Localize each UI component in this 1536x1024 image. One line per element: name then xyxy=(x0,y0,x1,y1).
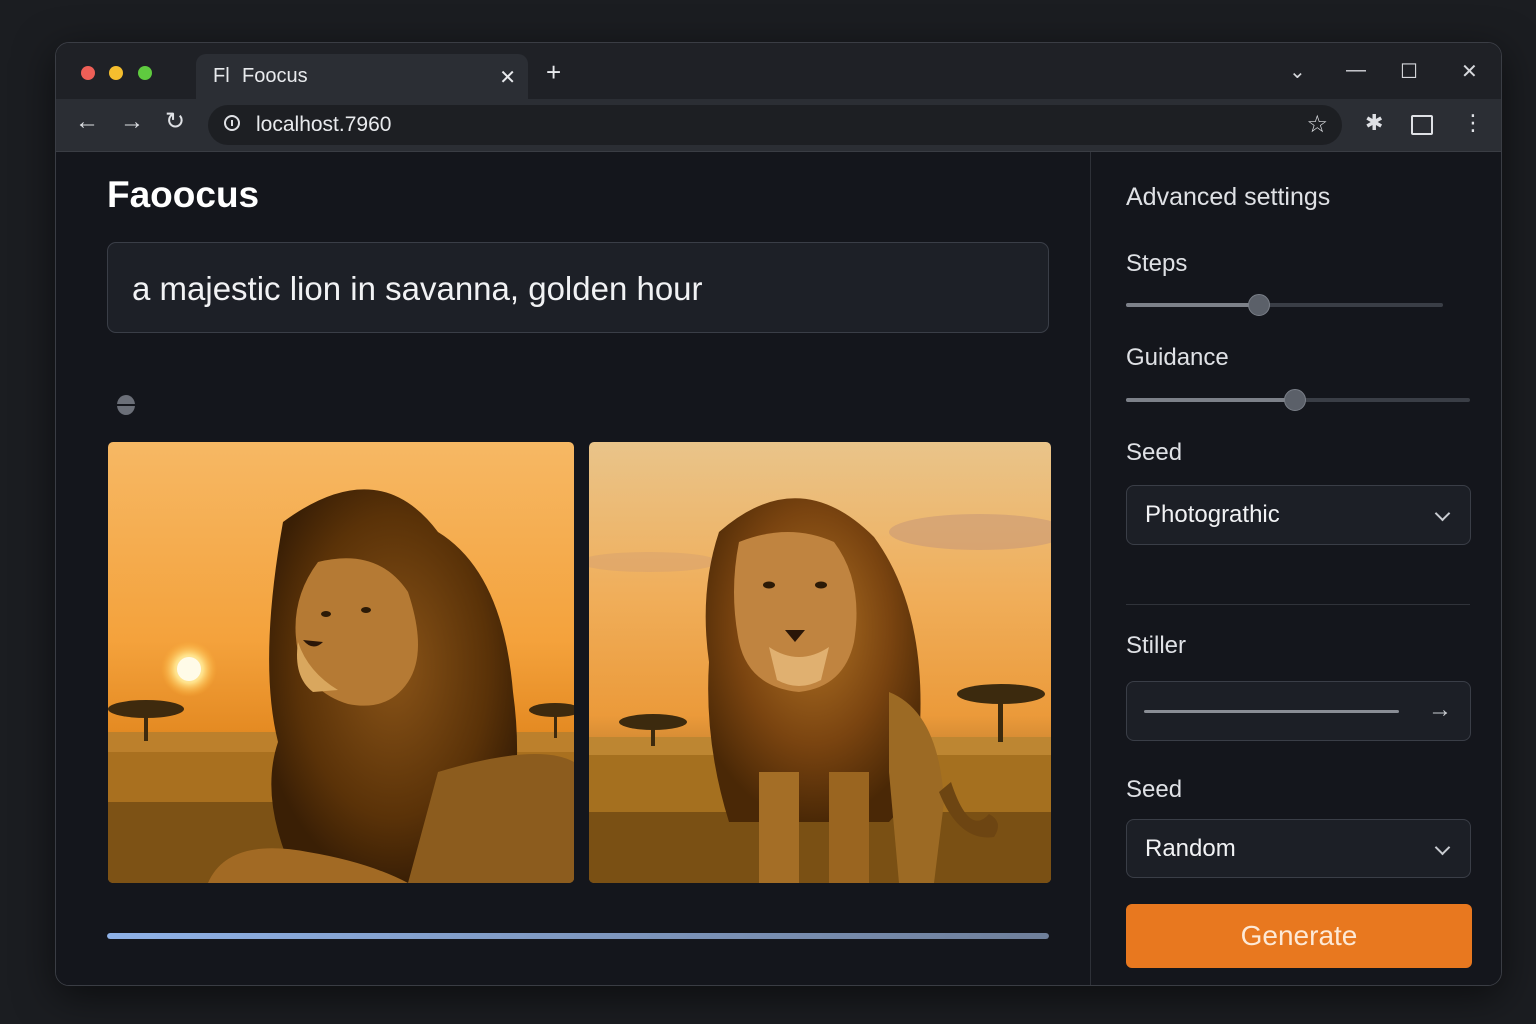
progress-bar xyxy=(107,933,1049,939)
style-select[interactable]: Photograthic xyxy=(1126,485,1471,545)
tab-close-icon[interactable]: ✕ xyxy=(499,65,516,90)
tab-search-icon[interactable]: ⌄ xyxy=(1289,59,1306,84)
zoom-window-button[interactable] xyxy=(138,66,152,80)
forward-button[interactable]: → xyxy=(120,110,144,134)
prompt-input[interactable]: a majestic lion in savanna, golden hour xyxy=(107,242,1049,333)
main-panel: Faoocus a majestic lion in savanna, gold… xyxy=(56,152,1090,985)
guidance-slider-thumb[interactable] xyxy=(1283,389,1306,411)
arrow-right-icon[interactable]: → xyxy=(1428,696,1452,724)
tab-strip: Fl Foocus ✕ + ⌄ — ☐ ✕ xyxy=(56,43,1501,99)
minimize-icon[interactable]: — xyxy=(1346,59,1366,82)
browser-toolbar: ← → ↻ localhost.7960 ☆ ✱ ⋮ xyxy=(56,99,1501,152)
seed-select[interactable]: Random xyxy=(1126,819,1471,878)
seed-label: Seed xyxy=(1126,776,1183,803)
generated-image-2[interactable] xyxy=(589,442,1051,883)
lion-standing-image xyxy=(589,442,1051,883)
side-panel-icon[interactable] xyxy=(1411,115,1433,135)
browser-tab[interactable]: Fl Foocus ✕ xyxy=(196,54,528,99)
info-icon[interactable] xyxy=(224,115,240,131)
lion-lying-image xyxy=(108,442,574,883)
browser-window: Fl Foocus ✕ + ⌄ — ☐ ✕ ← → ↻ localhost.79… xyxy=(55,42,1502,986)
page-content: Faoocus a majestic lion in savanna, gold… xyxy=(56,152,1501,985)
guidance-slider[interactable] xyxy=(1126,389,1470,411)
divider xyxy=(1126,604,1470,605)
spinner-icon xyxy=(117,395,135,415)
style-select-value: Photograthic xyxy=(1145,501,1280,528)
steps-slider-fill xyxy=(1126,303,1260,307)
address-bar[interactable]: localhost.7960 ☆ xyxy=(208,105,1342,145)
maximize-icon[interactable]: ☐ xyxy=(1400,59,1418,84)
steps-slider[interactable] xyxy=(1126,294,1443,316)
steps-slider-thumb[interactable] xyxy=(1248,294,1271,316)
stiller-label: Stiller xyxy=(1126,632,1187,659)
advanced-settings-title: Advanced settings xyxy=(1126,183,1331,211)
steps-label: Steps xyxy=(1126,250,1188,277)
advanced-settings-panel: Advanced settings Steps Guidance Seed Ph… xyxy=(1090,152,1501,985)
close-window-button[interactable] xyxy=(81,66,95,80)
generate-button[interactable]: Generate xyxy=(1126,904,1472,968)
minimize-window-button[interactable] xyxy=(109,66,123,80)
chevron-down-icon xyxy=(1434,505,1451,522)
stiller-field[interactable]: → xyxy=(1126,681,1471,741)
reload-button[interactable]: ↻ xyxy=(165,110,185,134)
close-icon[interactable]: ✕ xyxy=(1461,59,1478,84)
new-tab-button[interactable]: + xyxy=(546,59,561,85)
generated-image-1[interactable] xyxy=(108,442,574,883)
back-button[interactable]: ← xyxy=(75,110,99,134)
star-icon[interactable]: ☆ xyxy=(1306,110,1328,139)
tab-title: Foocus xyxy=(242,65,308,87)
chevron-down-icon xyxy=(1434,839,1451,856)
prompt-text[interactable]: a majestic lion in savanna, golden hour xyxy=(132,270,703,308)
guidance-label: Guidance xyxy=(1126,344,1229,371)
seed-style-label: Seed xyxy=(1126,439,1183,466)
app-title: Faoocus xyxy=(107,174,260,215)
guidance-slider-fill xyxy=(1126,398,1295,402)
stiller-line xyxy=(1144,710,1399,713)
url-text[interactable]: localhost.7960 xyxy=(256,113,391,137)
seed-select-value: Random xyxy=(1145,835,1236,862)
menu-icon[interactable]: ⋮ xyxy=(1462,110,1484,136)
favicon-icon: Fl xyxy=(213,65,230,87)
progress-bar-fill xyxy=(107,933,1049,939)
extensions-icon[interactable]: ✱ xyxy=(1365,110,1383,136)
